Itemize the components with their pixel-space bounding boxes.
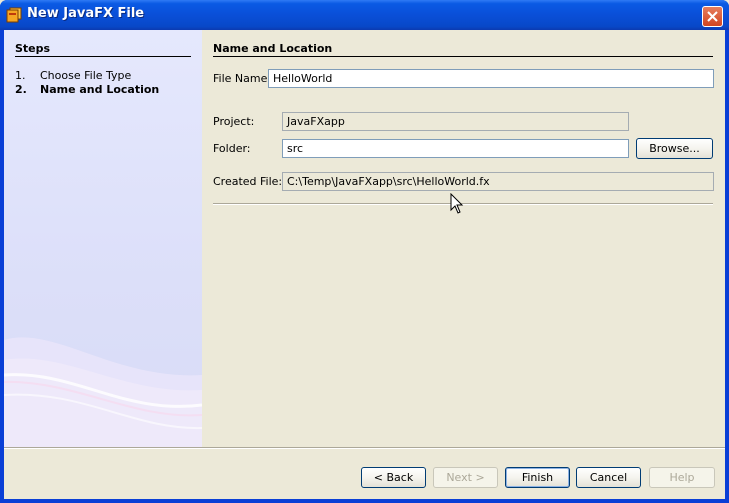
steps-panel: Steps 1. Choose File Type 2. Name and Loca… — [4, 30, 202, 447]
footer-separator — [4, 447, 725, 448]
folder-input[interactable]: src — [282, 139, 629, 158]
step-choose-file-type: 1. Choose File Type — [15, 69, 131, 82]
file-name-input[interactable]: HelloWorld — [268, 69, 714, 88]
project-field: JavaFXapp — [282, 112, 629, 131]
created-file-label: Created File: — [213, 175, 283, 188]
decorative-waves — [4, 337, 202, 447]
javafx-app-icon — [6, 7, 22, 23]
title-bar[interactable]: New JavaFX File — [0, 0, 729, 30]
name-and-location-panel: Name and Location File Name: HelloWorld … — [202, 30, 725, 447]
close-button[interactable] — [702, 6, 723, 27]
step-number: 2. — [15, 83, 27, 96]
panel-heading: Name and Location — [213, 42, 333, 55]
step-number: 1. — [15, 69, 26, 82]
panel-divider — [213, 56, 713, 57]
created-file-field: C:\Temp\JavaFXapp\src\HelloWorld.fx — [282, 172, 714, 191]
step-label: Name and Location — [40, 83, 160, 96]
steps-heading: Steps — [15, 42, 51, 55]
step-name-and-location: 2. Name and Location — [15, 83, 159, 96]
help-button[interactable]: Help — [649, 467, 715, 488]
browse-button[interactable]: Browse... — [636, 138, 713, 159]
close-icon — [707, 11, 718, 22]
window-title: New JavaFX File — [27, 6, 145, 21]
project-label: Project: — [213, 115, 255, 128]
file-name-label: File Name: — [213, 72, 272, 85]
next-button[interactable]: Next > — [433, 467, 498, 488]
back-button[interactable]: < Back — [361, 467, 426, 488]
finish-button[interactable]: Finish — [505, 467, 570, 488]
dialog-body: Steps 1. Choose File Type 2. Name and Loca… — [4, 30, 725, 499]
mouse-pointer-icon — [450, 193, 464, 214]
folder-label: Folder: — [213, 142, 251, 155]
dialog-window: New JavaFX File Steps 1. Choose File Type… — [0, 0, 729, 503]
step-label: Choose File Type — [40, 69, 132, 82]
cancel-button[interactable]: Cancel — [576, 467, 641, 488]
steps-divider — [15, 56, 191, 57]
